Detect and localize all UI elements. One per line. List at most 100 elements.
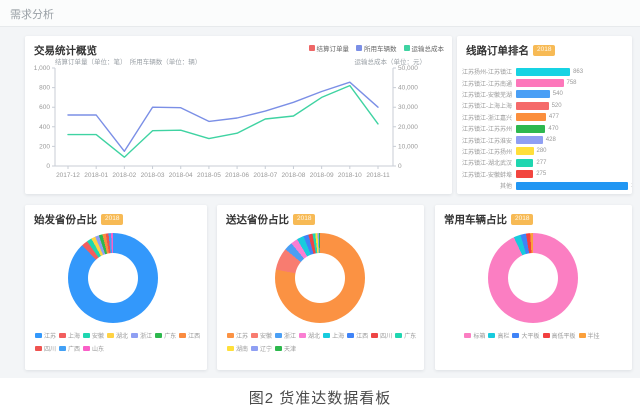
svg-text:40,000: 40,000 [398,85,418,92]
legend-item[interactable]: 上海 [59,331,80,340]
legend-item[interactable]: 高低平板 [543,331,576,340]
legend-label: 江西 [356,331,368,340]
route-bar [516,113,546,121]
svg-text:2018-01: 2018-01 [84,172,108,179]
legend-item[interactable]: 广东 [155,331,176,340]
route-value: 275 [536,171,546,177]
legend-swatch [299,333,306,338]
legend-swatch [275,346,282,351]
panel-destination-province-pie: 送达省份占比 2018 江苏安徽浙江湖北 上海 江西四川 广东湖南 辽宁 天津 [217,205,424,370]
legend-item[interactable]: 辽宁 [251,344,272,353]
legend-item[interactable]: 高栏 [488,331,509,340]
panel-title-text: 始发省份占比 [34,212,97,227]
legend-swatch [35,333,42,338]
legend-label: 湖北 [116,331,128,340]
route-bar [516,170,533,178]
legend-item[interactable]: 大平板 [512,331,539,340]
panel-title: 常用车辆占比 2018 [444,212,533,227]
legend-item[interactable]: 广西 [59,344,80,353]
legend-item[interactable]: 标箱 [464,331,485,340]
svg-text:0: 0 [46,163,50,170]
legend-item[interactable]: 半挂 [579,331,600,340]
legend-item[interactable]: 所用车辆数 [356,43,397,53]
legend-label: 天津 [284,344,296,353]
legend-label: 山东 [92,344,104,353]
legend-swatch [323,333,330,338]
legend-item[interactable]: 江西 [347,331,368,340]
legend-item[interactable]: 湖南 [227,344,248,353]
legend-label: 半挂 [588,331,600,340]
svg-text:2017-12: 2017-12 [56,172,80,179]
route-value: 863 [573,69,583,75]
legend-item[interactable]: 山东 [83,344,104,353]
legend-swatch [59,333,66,338]
panel-badge: 2018 [293,214,315,224]
route-bar [516,90,550,98]
ranking-row: 江苏镇江-江苏苏州470 [457,123,632,134]
route-bar [516,102,549,110]
legend-item[interactable]: 江苏 [35,331,56,340]
legend-item[interactable]: 运输总成本 [404,43,445,53]
legend-item[interactable]: 安徽 [83,331,104,340]
panel-title-text: 常用车辆占比 [444,212,507,227]
panel-badge: 2018 [533,45,555,55]
route-value: 520 [552,103,562,109]
legend-label: 湖南 [236,344,248,353]
legend-label: 辽宁 [260,344,272,353]
route-bar [516,147,534,155]
route-label: 江苏镇江-江苏扬州 [457,147,512,156]
legend-item[interactable]: 上海 [323,331,344,340]
legend-item[interactable]: 安徽 [251,331,272,340]
ranking-row: 其他1788 [457,180,632,191]
legend-label: 广东 [404,331,416,340]
legend-label: 江苏 [44,331,56,340]
svg-text:2018-04: 2018-04 [169,172,193,179]
legend-item[interactable]: 浙江 [131,331,152,340]
svg-text:2018-10: 2018-10 [338,172,362,179]
legend-swatch [356,45,362,51]
legend-item[interactable]: 四川 [35,344,56,353]
legend-item[interactable]: 浙江 [275,331,296,340]
legend-item[interactable]: 江西 [179,331,200,340]
ranking-row: 江苏镇江-江苏淮安428 [457,134,632,145]
legend-item[interactable]: 结算订单量 [309,43,350,53]
ranking-row: 江苏镇江-安徽芜湖540 [457,89,632,100]
legend-swatch [371,333,378,338]
legend-label: 所用车辆数 [364,43,397,53]
legend-item[interactable]: 广东 [395,331,416,340]
svg-text:2018-11: 2018-11 [366,172,390,179]
legend-item[interactable]: 四川 [371,331,392,340]
legend-swatch [227,346,234,351]
origin-pie-legend: 江苏上海安徽 湖北浙江 广东江西四川广西 山东 [35,331,205,353]
legend-swatch [35,346,42,351]
legend-label: 江苏 [236,331,248,340]
legend-swatch [512,333,519,338]
legend-swatch [107,333,114,338]
legend-label: 上海 [332,331,344,340]
svg-text:600: 600 [39,104,50,111]
route-label: 江苏镇江-江苏苏州 [457,124,512,133]
svg-text:2018-05: 2018-05 [197,172,221,179]
legend-swatch [83,346,90,351]
panel-title: 送达省份占比 2018 [226,212,315,227]
panel-transaction-overview: 交易统计概览 结算订单量（单位：笔） 所用车辆数（单位：辆） 运输总成本（单位：… [25,36,452,194]
legend-swatch [543,333,550,338]
svg-text:2018-06: 2018-06 [225,172,249,179]
legend-item[interactable]: 湖北 [107,331,128,340]
ranking-row: 江苏镇江-安徽蚌埠275 [457,169,632,180]
legend-item[interactable]: 天津 [275,344,296,353]
svg-text:0: 0 [398,163,402,170]
page-header: 需求分析 [0,0,640,27]
ranking-row: 江苏镇江-江苏南通758 [457,77,632,88]
route-bar [516,136,543,144]
ranking-row: 江苏扬州-江苏镇江863 [457,66,632,77]
legend-item[interactable]: 湖北 [299,331,320,340]
donut-hole [508,253,558,303]
legend-swatch [464,333,471,338]
svg-text:400: 400 [39,124,50,131]
legend-label: 广东 [164,331,176,340]
legend-item[interactable]: 江苏 [227,331,248,340]
legend-swatch [251,333,258,338]
svg-text:2018-09: 2018-09 [310,172,334,179]
panel-route-ranking: 线路订单排名 2018 江苏扬州-江苏镇江863江苏镇江-江苏南通758江苏镇江… [457,36,632,194]
